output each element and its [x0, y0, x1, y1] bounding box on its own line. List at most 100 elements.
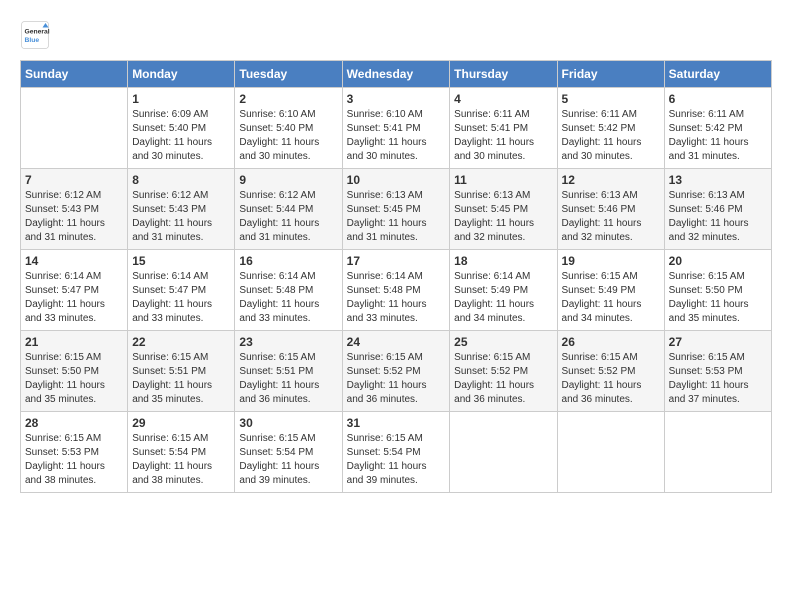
- day-number: 23: [239, 335, 337, 349]
- day-number: 30: [239, 416, 337, 430]
- day-info: Sunrise: 6:10 AMSunset: 5:40 PMDaylight:…: [239, 108, 337, 164]
- calendar-cell: 13 Sunrise: 6:13 AMSunset: 5:46 PMDayligh…: [664, 169, 771, 250]
- calendar-week-1: 7 Sunrise: 6:12 AMSunset: 5:43 PMDaylight…: [21, 169, 772, 250]
- day-info: Sunrise: 6:15 AMSunset: 5:51 PMDaylight:…: [132, 351, 230, 407]
- day-info: Sunrise: 6:15 AMSunset: 5:50 PMDaylight:…: [25, 351, 123, 407]
- logo: General Blue: [20, 20, 50, 50]
- calendar-cell: 8 Sunrise: 6:12 AMSunset: 5:43 PMDaylight…: [128, 169, 235, 250]
- calendar-cell: 17 Sunrise: 6:14 AMSunset: 5:48 PMDayligh…: [342, 250, 450, 331]
- day-info: Sunrise: 6:14 AMSunset: 5:47 PMDaylight:…: [132, 270, 230, 326]
- day-info: Sunrise: 6:15 AMSunset: 5:51 PMDaylight:…: [239, 351, 337, 407]
- day-number: 15: [132, 254, 230, 268]
- day-number: 26: [562, 335, 660, 349]
- day-info: Sunrise: 6:13 AMSunset: 5:45 PMDaylight:…: [454, 189, 552, 245]
- day-number: 31: [347, 416, 446, 430]
- day-info: Sunrise: 6:15 AMSunset: 5:54 PMDaylight:…: [132, 432, 230, 488]
- day-number: 2: [239, 92, 337, 106]
- page-header: General Blue: [20, 20, 772, 50]
- svg-text:General: General: [25, 29, 50, 36]
- calendar-week-2: 14 Sunrise: 6:14 AMSunset: 5:47 PMDayligh…: [21, 250, 772, 331]
- calendar-cell: [450, 412, 557, 493]
- day-number: 19: [562, 254, 660, 268]
- day-number: 14: [25, 254, 123, 268]
- calendar-cell: 2 Sunrise: 6:10 AMSunset: 5:40 PMDaylight…: [235, 88, 342, 169]
- day-info: Sunrise: 6:09 AMSunset: 5:40 PMDaylight:…: [132, 108, 230, 164]
- calendar-cell: 15 Sunrise: 6:14 AMSunset: 5:47 PMDayligh…: [128, 250, 235, 331]
- day-number: 25: [454, 335, 552, 349]
- day-number: 17: [347, 254, 446, 268]
- day-info: Sunrise: 6:15 AMSunset: 5:52 PMDaylight:…: [454, 351, 552, 407]
- day-number: 22: [132, 335, 230, 349]
- day-info: Sunrise: 6:14 AMSunset: 5:48 PMDaylight:…: [347, 270, 446, 326]
- header-friday: Friday: [557, 61, 664, 88]
- calendar-cell: 20Sunrise: 6:15 AMSunset: 5:50 PMDayligh…: [664, 250, 771, 331]
- calendar-week-4: 28Sunrise: 6:15 AMSunset: 5:53 PMDayligh…: [21, 412, 772, 493]
- day-number: 13: [669, 173, 767, 187]
- calendar-cell: 21Sunrise: 6:15 AMSunset: 5:50 PMDayligh…: [21, 331, 128, 412]
- calendar-cell: 3 Sunrise: 6:10 AMSunset: 5:41 PMDaylight…: [342, 88, 450, 169]
- calendar-cell: [21, 88, 128, 169]
- calendar-cell: 24 Sunrise: 6:15 AMSunset: 5:52 PMDayligh…: [342, 331, 450, 412]
- day-number: 4: [454, 92, 552, 106]
- svg-text:Blue: Blue: [25, 37, 40, 44]
- day-info: Sunrise: 6:12 AMSunset: 5:43 PMDaylight:…: [25, 189, 123, 245]
- day-info: Sunrise: 6:14 AMSunset: 5:49 PMDaylight:…: [454, 270, 552, 326]
- calendar-week-0: 1 Sunrise: 6:09 AMSunset: 5:40 PMDaylight…: [21, 88, 772, 169]
- calendar-cell: 31 Sunrise: 6:15 AMSunset: 5:54 PMDayligh…: [342, 412, 450, 493]
- logo-icon: General Blue: [20, 20, 50, 50]
- day-number: 24: [347, 335, 446, 349]
- day-info: Sunrise: 6:15 AMSunset: 5:52 PMDaylight:…: [562, 351, 660, 407]
- day-info: Sunrise: 6:15 AMSunset: 5:52 PMDaylight:…: [347, 351, 446, 407]
- header-sunday: Sunday: [21, 61, 128, 88]
- day-info: Sunrise: 6:13 AMSunset: 5:46 PMDaylight:…: [669, 189, 767, 245]
- calendar-cell: 10 Sunrise: 6:13 AMSunset: 5:45 PMDayligh…: [342, 169, 450, 250]
- header-saturday: Saturday: [664, 61, 771, 88]
- day-info: Sunrise: 6:15 AMSunset: 5:49 PMDaylight:…: [562, 270, 660, 326]
- calendar-cell: 22 Sunrise: 6:15 AMSunset: 5:51 PMDayligh…: [128, 331, 235, 412]
- day-number: 6: [669, 92, 767, 106]
- calendar-cell: 30 Sunrise: 6:15 AMSunset: 5:54 PMDayligh…: [235, 412, 342, 493]
- header-monday: Monday: [128, 61, 235, 88]
- day-info: Sunrise: 6:12 AMSunset: 5:43 PMDaylight:…: [132, 189, 230, 245]
- day-info: Sunrise: 6:15 AMSunset: 5:50 PMDaylight:…: [669, 270, 767, 326]
- day-number: 29: [132, 416, 230, 430]
- day-info: Sunrise: 6:15 AMSunset: 5:54 PMDaylight:…: [347, 432, 446, 488]
- calendar-cell: 11Sunrise: 6:13 AMSunset: 5:45 PMDayligh…: [450, 169, 557, 250]
- day-info: Sunrise: 6:12 AMSunset: 5:44 PMDaylight:…: [239, 189, 337, 245]
- calendar-cell: 5 Sunrise: 6:11 AMSunset: 5:42 PMDaylight…: [557, 88, 664, 169]
- day-info: Sunrise: 6:14 AMSunset: 5:47 PMDaylight:…: [25, 270, 123, 326]
- day-number: 12: [562, 173, 660, 187]
- day-info: Sunrise: 6:15 AMSunset: 5:53 PMDaylight:…: [669, 351, 767, 407]
- day-number: 27: [669, 335, 767, 349]
- calendar-cell: 9Sunrise: 6:12 AMSunset: 5:44 PMDaylight…: [235, 169, 342, 250]
- day-number: 10: [347, 173, 446, 187]
- header-tuesday: Tuesday: [235, 61, 342, 88]
- day-number: 1: [132, 92, 230, 106]
- day-number: 3: [347, 92, 446, 106]
- day-info: Sunrise: 6:13 AMSunset: 5:45 PMDaylight:…: [347, 189, 446, 245]
- calendar-cell: 23 Sunrise: 6:15 AMSunset: 5:51 PMDayligh…: [235, 331, 342, 412]
- calendar-cell: 6 Sunrise: 6:11 AMSunset: 5:42 PMDaylight…: [664, 88, 771, 169]
- day-info: Sunrise: 6:10 AMSunset: 5:41 PMDaylight:…: [347, 108, 446, 164]
- day-info: Sunrise: 6:11 AMSunset: 5:42 PMDaylight:…: [669, 108, 767, 164]
- calendar-cell: 1 Sunrise: 6:09 AMSunset: 5:40 PMDaylight…: [128, 88, 235, 169]
- day-number: 7: [25, 173, 123, 187]
- day-info: Sunrise: 6:11 AMSunset: 5:42 PMDaylight:…: [562, 108, 660, 164]
- day-number: 5: [562, 92, 660, 106]
- day-number: 16: [239, 254, 337, 268]
- calendar-cell: 28Sunrise: 6:15 AMSunset: 5:53 PMDayligh…: [21, 412, 128, 493]
- calendar-cell: 27 Sunrise: 6:15 AMSunset: 5:53 PMDayligh…: [664, 331, 771, 412]
- day-number: 28: [25, 416, 123, 430]
- calendar-cell: 25 Sunrise: 6:15 AMSunset: 5:52 PMDayligh…: [450, 331, 557, 412]
- calendar-cell: 14 Sunrise: 6:14 AMSunset: 5:47 PMDayligh…: [21, 250, 128, 331]
- calendar-cell: 29 Sunrise: 6:15 AMSunset: 5:54 PMDayligh…: [128, 412, 235, 493]
- calendar-cell: 4Sunrise: 6:11 AMSunset: 5:41 PMDaylight…: [450, 88, 557, 169]
- day-number: 8: [132, 173, 230, 187]
- day-number: 18: [454, 254, 552, 268]
- calendar-week-3: 21Sunrise: 6:15 AMSunset: 5:50 PMDayligh…: [21, 331, 772, 412]
- day-info: Sunrise: 6:15 AMSunset: 5:54 PMDaylight:…: [239, 432, 337, 488]
- calendar-cell: 12Sunrise: 6:13 AMSunset: 5:46 PMDayligh…: [557, 169, 664, 250]
- calendar-cell: 7 Sunrise: 6:12 AMSunset: 5:43 PMDaylight…: [21, 169, 128, 250]
- calendar-cell: [557, 412, 664, 493]
- header-wednesday: Wednesday: [342, 61, 450, 88]
